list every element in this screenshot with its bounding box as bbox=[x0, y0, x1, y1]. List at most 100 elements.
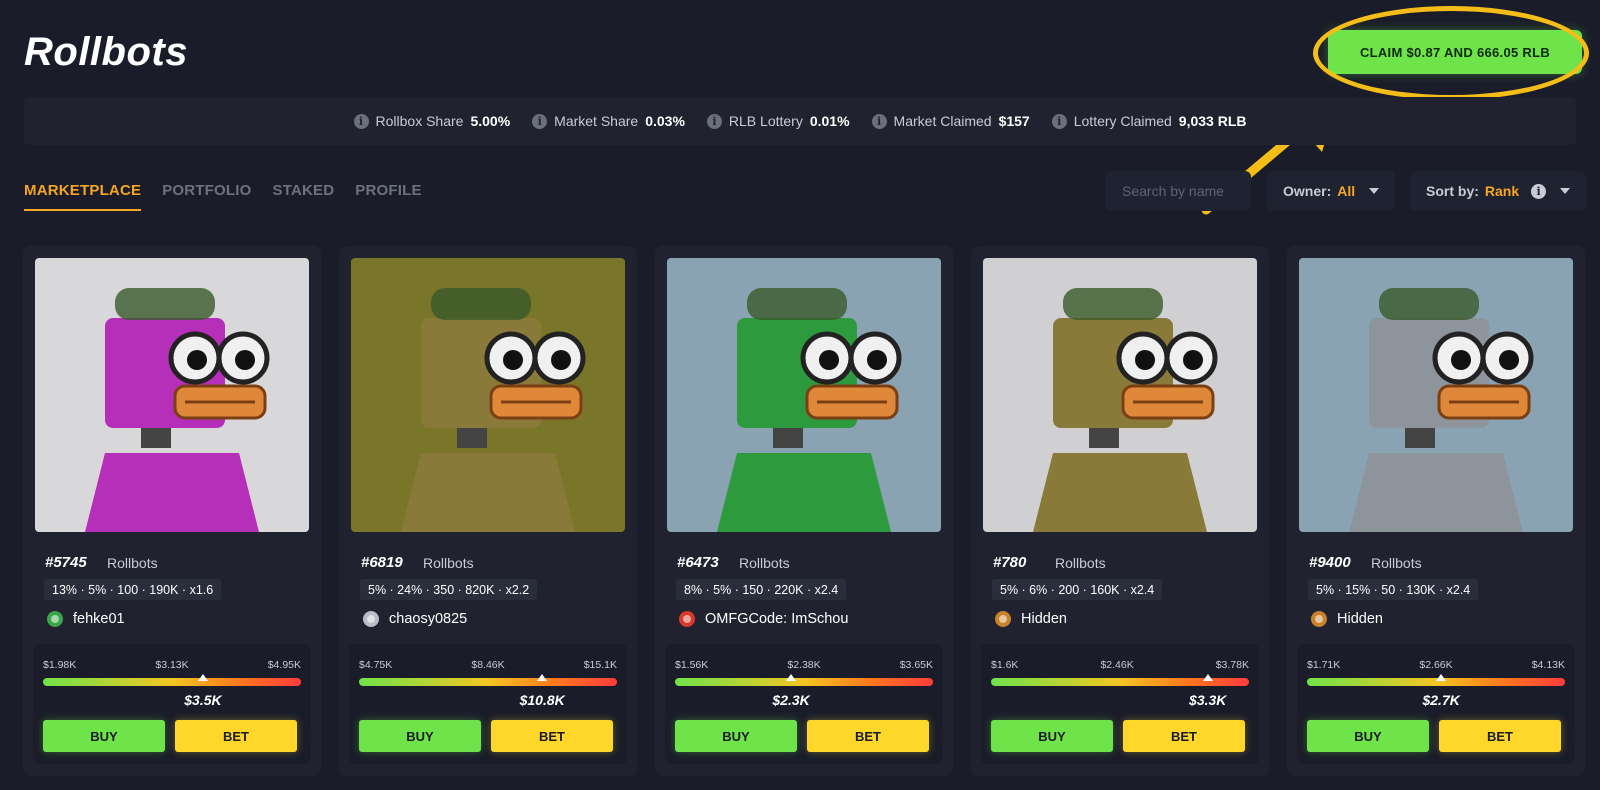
red-badge-icon bbox=[679, 611, 695, 627]
buy-button[interactable]: BUY bbox=[991, 720, 1113, 752]
collection-name: Rollbots bbox=[423, 555, 474, 571]
price-panel: $1.98K $3.13K $4.95K $3.5K BUY BET bbox=[33, 644, 311, 764]
price-panel: $1.6K $2.46K $3.78K $3.3K BUY BET bbox=[981, 644, 1259, 764]
trait-summary: 5% · 15% · 50 · 130K · x2.4 bbox=[1308, 579, 1479, 600]
avatar-icon bbox=[363, 611, 379, 627]
info-icon[interactable]: i bbox=[871, 113, 887, 129]
current-price: $2.7K bbox=[1422, 692, 1460, 708]
rollbot-id[interactable]: #6473 bbox=[677, 554, 719, 571]
owner[interactable]: Hidden bbox=[1309, 609, 1383, 629]
card-grid: #5745 Rollbots 13% · 5% · 100 · 190K · x… bbox=[23, 246, 1585, 776]
rollbot-card[interactable]: #5745 Rollbots 13% · 5% · 100 · 190K · x… bbox=[23, 246, 321, 776]
tab-profile[interactable]: PROFILE bbox=[355, 182, 421, 211]
price-max: $3.65K bbox=[899, 659, 933, 671]
current-price: $10.8K bbox=[519, 692, 565, 708]
price-panel: $1.71K $2.66K $4.13K $2.7K BUY BET bbox=[1297, 644, 1575, 764]
price-mid: $3.13K bbox=[155, 659, 189, 671]
collection-name: Rollbots bbox=[1055, 555, 1106, 571]
info-icon[interactable]: i bbox=[1531, 183, 1547, 199]
buy-button[interactable]: BUY bbox=[43, 720, 165, 752]
tab-staked[interactable]: STAKED bbox=[273, 182, 335, 211]
trait-summary: 8% · 5% · 150 · 220K · x2.4 bbox=[676, 579, 847, 600]
hidden-badge-icon bbox=[1311, 611, 1327, 627]
tab-bar: MARKETPLACE PORTFOLIO STAKED PROFILE bbox=[24, 182, 422, 211]
stat-rollbox-share: i Rollbox Share 5.00% bbox=[353, 113, 510, 129]
chevron-down-icon bbox=[1560, 188, 1571, 194]
rollbot-id[interactable]: #6819 bbox=[361, 554, 403, 571]
buy-button[interactable]: BUY bbox=[359, 720, 481, 752]
stat-rlb-lottery: i RLB Lottery 0.01% bbox=[706, 113, 850, 129]
owner-name: Hidden bbox=[1337, 611, 1383, 627]
price-panel: $4.75K $8.46K $15.1K $10.8K BUY BET bbox=[349, 644, 627, 764]
rollbot-card[interactable]: #9400 Rollbots 5% · 15% · 50 · 130K · x2… bbox=[1287, 246, 1585, 776]
green-badge-icon bbox=[47, 611, 63, 627]
owner-filter-dropdown[interactable]: Owner: All bbox=[1267, 171, 1396, 211]
owner-name: fehke01 bbox=[73, 611, 125, 627]
bet-button[interactable]: BET bbox=[1439, 720, 1561, 752]
bet-button[interactable]: BET bbox=[175, 720, 297, 752]
rollbot-image[interactable] bbox=[983, 258, 1257, 532]
claim-button[interactable]: CLAIM $0.87 AND 666.05 RLB bbox=[1328, 30, 1582, 74]
rollbot-image[interactable] bbox=[1299, 258, 1573, 532]
rollbot-id[interactable]: #5745 bbox=[45, 554, 87, 571]
current-price: $2.3K bbox=[772, 692, 810, 708]
trait-summary: 5% · 6% · 200 · 160K · x2.4 bbox=[992, 579, 1163, 600]
owner[interactable]: OMFGCode: ImSchou bbox=[677, 609, 848, 629]
rollbot-image[interactable] bbox=[667, 258, 941, 532]
price-mid: $2.46K bbox=[1100, 659, 1134, 671]
price-mid: $2.66K bbox=[1419, 659, 1453, 671]
price-max: $4.13K bbox=[1531, 659, 1565, 671]
price-min: $1.6K bbox=[991, 659, 1019, 671]
stat-market-share: i Market Share 0.03% bbox=[532, 113, 685, 129]
price-max: $4.95K bbox=[267, 659, 301, 671]
info-icon[interactable]: i bbox=[1051, 113, 1067, 129]
price-mid: $2.38K bbox=[787, 659, 821, 671]
tab-marketplace[interactable]: MARKETPLACE bbox=[24, 182, 142, 211]
rollbot-id[interactable]: #780 bbox=[993, 554, 1026, 571]
stats-bar: i Rollbox Share 5.00% i Market Share 0.0… bbox=[24, 97, 1576, 145]
price-marker bbox=[1202, 674, 1213, 681]
price-marker bbox=[786, 674, 797, 681]
collection-name: Rollbots bbox=[739, 555, 790, 571]
hidden-badge-icon bbox=[995, 611, 1011, 627]
search-input[interactable] bbox=[1105, 171, 1251, 211]
price-range-bar bbox=[359, 678, 617, 686]
stat-market-claimed: i Market Claimed $157 bbox=[871, 113, 1030, 129]
price-marker bbox=[1436, 674, 1447, 681]
rollbot-card[interactable]: #6819 Rollbots 5% · 24% · 350 · 820K · x… bbox=[339, 246, 637, 776]
current-price: $3.5K bbox=[184, 692, 222, 708]
rollbot-card[interactable]: #780 Rollbots 5% · 6% · 200 · 160K · x2.… bbox=[971, 246, 1269, 776]
rollbot-id[interactable]: #9400 bbox=[1309, 554, 1351, 571]
rollbot-image[interactable] bbox=[35, 258, 309, 532]
price-mid: $8.46K bbox=[471, 659, 505, 671]
bet-button[interactable]: BET bbox=[1123, 720, 1245, 752]
rollbot-card[interactable]: #6473 Rollbots 8% · 5% · 150 · 220K · x2… bbox=[655, 246, 953, 776]
info-icon[interactable]: i bbox=[706, 113, 722, 129]
sort-dropdown[interactable]: Sort by: Rank i bbox=[1410, 171, 1587, 211]
trait-summary: 5% · 24% · 350 · 820K · x2.2 bbox=[360, 579, 538, 600]
owner[interactable]: fehke01 bbox=[45, 609, 125, 629]
price-min: $1.56K bbox=[675, 659, 709, 671]
price-range-bar bbox=[675, 678, 933, 686]
owner[interactable]: chaosy0825 bbox=[361, 609, 467, 629]
stat-lottery-claimed: i Lottery Claimed 9,033 RLB bbox=[1051, 113, 1246, 129]
price-range-bar bbox=[43, 678, 301, 686]
page-title: Rollbots bbox=[24, 30, 188, 74]
buy-button[interactable]: BUY bbox=[1307, 720, 1429, 752]
price-max: $15.1K bbox=[583, 659, 617, 671]
bet-button[interactable]: BET bbox=[491, 720, 613, 752]
price-marker bbox=[537, 674, 548, 681]
info-icon[interactable]: i bbox=[353, 113, 369, 129]
tab-portfolio[interactable]: PORTFOLIO bbox=[162, 182, 251, 211]
price-panel: $1.56K $2.38K $3.65K $2.3K BUY BET bbox=[665, 644, 943, 764]
price-min: $1.98K bbox=[43, 659, 77, 671]
owner-name: OMFGCode: ImSchou bbox=[705, 611, 849, 627]
owner[interactable]: Hidden bbox=[993, 609, 1067, 629]
buy-button[interactable]: BUY bbox=[675, 720, 797, 752]
owner-name: Hidden bbox=[1021, 611, 1067, 627]
bet-button[interactable]: BET bbox=[807, 720, 929, 752]
price-marker bbox=[197, 674, 208, 681]
info-icon[interactable]: i bbox=[532, 113, 548, 129]
current-price: $3.3K bbox=[1189, 692, 1227, 708]
rollbot-image[interactable] bbox=[351, 258, 625, 532]
